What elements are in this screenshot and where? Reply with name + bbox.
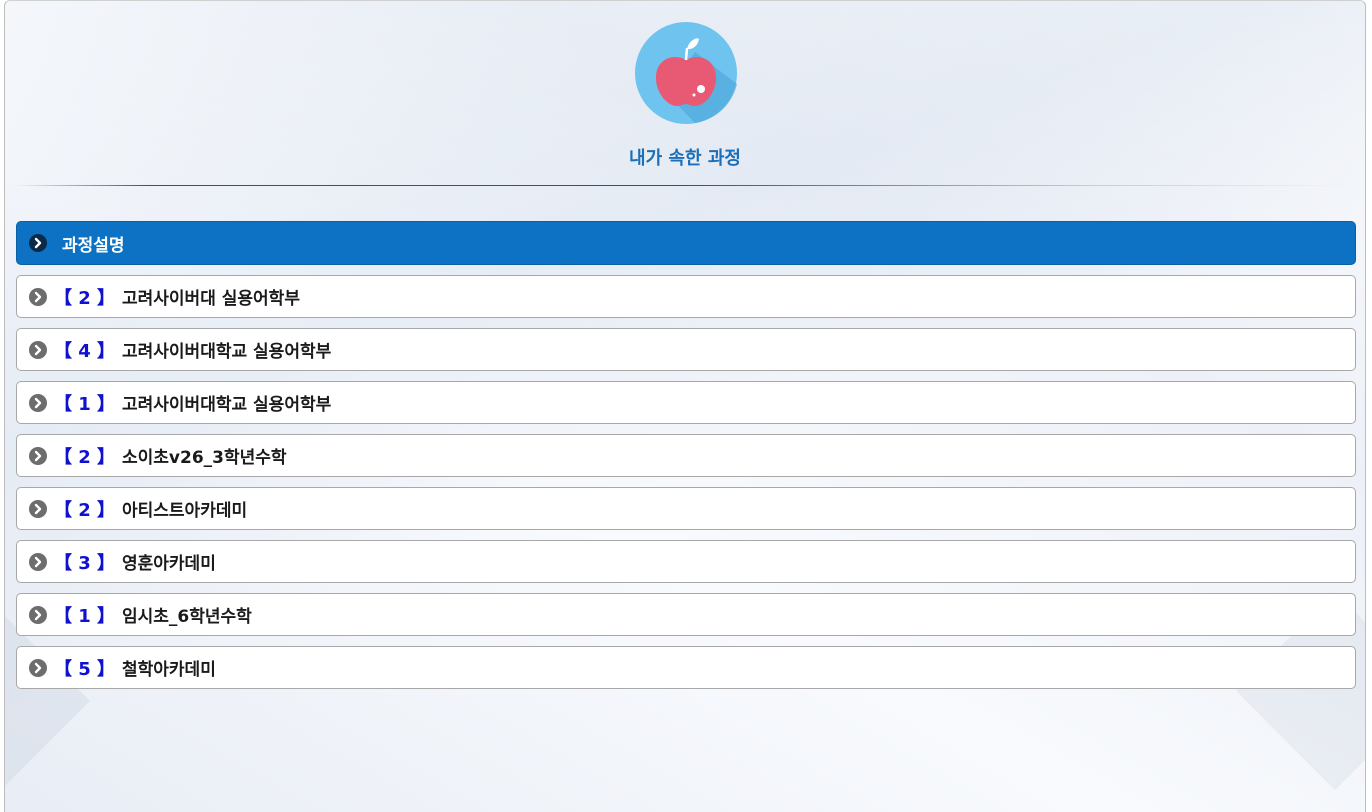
chevron-right-icon — [29, 287, 47, 306]
page-title: 내가 속한 과정 — [629, 148, 741, 169]
member-count: 【 2 】 — [54, 499, 116, 521]
list-item[interactable]: 【 1 】 고려사이버대학교 실용어학부 — [16, 381, 1356, 424]
page-frame: 내가 속한 과정 과정설명 【 2 】 고려사이버대 실용어학부 【 4 】 고… — [4, 0, 1366, 812]
list-item[interactable]: 【 2 】 소이초v26_3학년수학 — [16, 434, 1356, 477]
list-item[interactable]: 【 1 】 임시초_6학년수학 — [16, 593, 1356, 636]
page-header: 내가 속한 과정 — [5, 1, 1365, 186]
course-name: 아티스트아카데미 — [122, 501, 248, 521]
chevron-right-icon — [29, 393, 47, 412]
chevron-right-icon — [29, 446, 47, 465]
course-list: 과정설명 【 2 】 고려사이버대 실용어학부 【 4 】 고려사이버대학교 실… — [16, 221, 1356, 699]
course-name: 고려사이버대학교 실용어학부 — [122, 395, 332, 415]
course-name: 고려사이버대 실용어학부 — [122, 289, 300, 309]
chevron-right-icon — [29, 499, 47, 518]
list-item[interactable]: 【 5 】 철학아카데미 — [16, 646, 1356, 689]
member-count: 【 1 】 — [54, 605, 116, 627]
member-count: 【 1 】 — [54, 393, 116, 415]
chevron-right-icon — [29, 234, 47, 252]
course-name: 소이초v26_3학년수학 — [122, 448, 287, 468]
list-item[interactable]: 【 2 】 아티스트아카데미 — [16, 487, 1356, 530]
member-count: 【 3 】 — [54, 552, 116, 574]
chevron-right-icon — [29, 552, 47, 571]
course-name: 임시초_6학년수학 — [122, 607, 252, 627]
list-item[interactable]: 【 2 】 고려사이버대 실용어학부 — [16, 275, 1356, 318]
member-count: 【 2 】 — [54, 287, 116, 309]
list-item[interactable]: 【 4 】 고려사이버대학교 실용어학부 — [16, 328, 1356, 371]
chevron-right-icon — [29, 658, 47, 677]
course-name: 영훈아카데미 — [122, 554, 216, 574]
member-count: 【 2 】 — [54, 446, 116, 468]
course-description-label: 과정설명 — [62, 235, 125, 256]
header-divider — [15, 185, 1355, 186]
member-count: 【 4 】 — [54, 340, 116, 362]
course-name: 철학아카데미 — [122, 660, 216, 680]
chevron-right-icon — [29, 605, 47, 624]
apple-icon — [635, 22, 737, 124]
course-name: 고려사이버대학교 실용어학부 — [122, 342, 332, 362]
list-item[interactable]: 【 3 】 영훈아카데미 — [16, 540, 1356, 583]
chevron-right-icon — [29, 340, 47, 359]
course-description-header[interactable]: 과정설명 — [16, 221, 1356, 265]
member-count: 【 5 】 — [54, 658, 116, 680]
